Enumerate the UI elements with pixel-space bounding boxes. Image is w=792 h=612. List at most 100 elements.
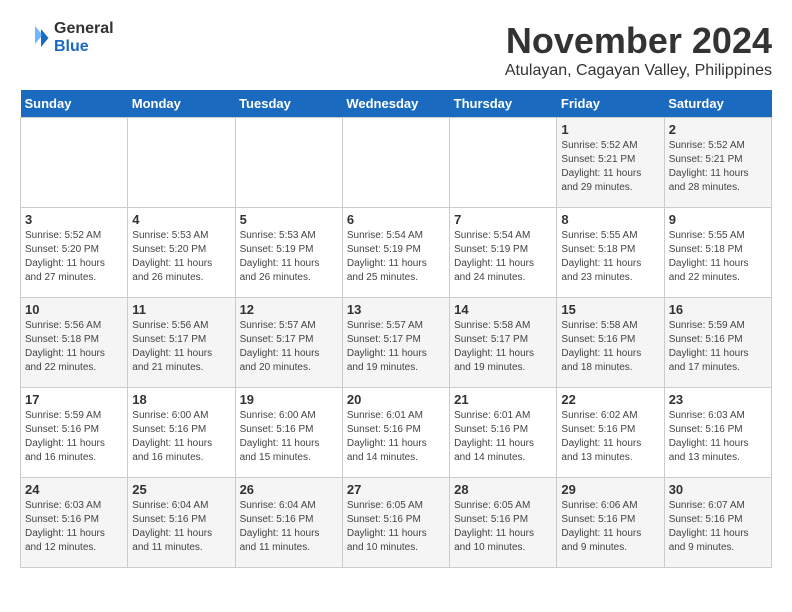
calendar-cell: 12 Sunrise: 5:57 AM Sunset: 5:17 PM Dayli… — [235, 298, 342, 388]
calendar-cell: 7Sunrise: 5:54 AM Sunset: 5:19 PM Daylig… — [450, 208, 557, 298]
header-row: SundayMondayTuesdayWednesdayThursdayFrid… — [21, 90, 772, 118]
day-info: Sunrise: 5:59 AM Sunset: 5:16 PM Dayligh… — [25, 409, 123, 465]
day-info: Sunrise: 6:01 AM Sunset: 5:16 PM Dayligh… — [454, 409, 552, 465]
header-day-wednesday: Wednesday — [342, 90, 449, 118]
day-info: Sunrise: 5:52 AM Sunset: 5:21 PM Dayligh… — [669, 139, 767, 195]
day-info: Sunrise: 5:53 AM Sunset: 5:20 PM Dayligh… — [132, 229, 230, 285]
calendar-header: SundayMondayTuesdayWednesdayThursdayFrid… — [21, 90, 772, 118]
calendar-cell: 17Sunrise: 5:59 AM Sunset: 5:16 PM Dayli… — [21, 388, 128, 478]
day-number: 1 — [561, 122, 659, 137]
day-number: 15 — [561, 302, 659, 317]
calendar-cell: 6 Sunrise: 5:54 AM Sunset: 5:19 PM Daylig… — [342, 208, 449, 298]
calendar-cell — [128, 118, 235, 208]
header-day-friday: Friday — [557, 90, 664, 118]
day-info: Sunrise: 6:00 AM Sunset: 5:16 PM Dayligh… — [240, 409, 338, 465]
day-number: 19 — [240, 392, 338, 407]
day-info: Sunrise: 6:05 AM Sunset: 5:16 PM Dayligh… — [454, 499, 552, 555]
calendar-cell: 1 Sunrise: 5:52 AM Sunset: 5:21 PM Daylig… — [557, 118, 664, 208]
page-header: General Blue November 2024 Atulayan, Cag… — [20, 20, 772, 80]
calendar-cell: 21 Sunrise: 6:01 AM Sunset: 5:16 PM Dayli… — [450, 388, 557, 478]
calendar-cell: 15 Sunrise: 5:58 AM Sunset: 5:16 PM Dayli… — [557, 298, 664, 388]
calendar-week-5: 24 Sunrise: 6:03 AM Sunset: 5:16 PM Dayli… — [21, 478, 772, 568]
day-info: Sunrise: 5:54 AM Sunset: 5:19 PM Dayligh… — [454, 229, 552, 285]
day-number: 18 — [132, 392, 230, 407]
day-info: Sunrise: 5:54 AM Sunset: 5:19 PM Dayligh… — [347, 229, 445, 285]
day-number: 24 — [25, 482, 123, 497]
day-info: Sunrise: 5:56 AM Sunset: 5:18 PM Dayligh… — [25, 319, 123, 375]
calendar-cell — [342, 118, 449, 208]
day-info: Sunrise: 5:56 AM Sunset: 5:17 PM Dayligh… — [132, 319, 230, 375]
day-info: Sunrise: 5:57 AM Sunset: 5:17 PM Dayligh… — [347, 319, 445, 375]
day-number: 22 — [561, 392, 659, 407]
day-number: 16 — [669, 302, 767, 317]
day-number: 23 — [669, 392, 767, 407]
day-number: 11 — [132, 302, 230, 317]
calendar-cell: 10Sunrise: 5:56 AM Sunset: 5:18 PM Dayli… — [21, 298, 128, 388]
day-info: Sunrise: 5:52 AM Sunset: 5:20 PM Dayligh… — [25, 229, 123, 285]
header-day-monday: Monday — [128, 90, 235, 118]
day-number: 3 — [25, 212, 123, 227]
calendar-cell: 22 Sunrise: 6:02 AM Sunset: 5:16 PM Dayli… — [557, 388, 664, 478]
calendar-cell: 27 Sunrise: 6:05 AM Sunset: 5:16 PM Dayli… — [342, 478, 449, 568]
calendar-week-1: 1 Sunrise: 5:52 AM Sunset: 5:21 PM Daylig… — [21, 118, 772, 208]
day-info: Sunrise: 5:55 AM Sunset: 5:18 PM Dayligh… — [669, 229, 767, 285]
day-info: Sunrise: 5:59 AM Sunset: 5:16 PM Dayligh… — [669, 319, 767, 375]
day-number: 21 — [454, 392, 552, 407]
day-number: 12 — [240, 302, 338, 317]
day-number: 8 — [561, 212, 659, 227]
calendar-cell: 14Sunrise: 5:58 AM Sunset: 5:17 PM Dayli… — [450, 298, 557, 388]
calendar-cell: 13 Sunrise: 5:57 AM Sunset: 5:17 PM Dayli… — [342, 298, 449, 388]
day-info: Sunrise: 6:06 AM Sunset: 5:16 PM Dayligh… — [561, 499, 659, 555]
day-info: Sunrise: 5:58 AM Sunset: 5:16 PM Dayligh… — [561, 319, 659, 375]
logo-blue-text: Blue — [54, 38, 114, 56]
calendar-cell: 23 Sunrise: 6:03 AM Sunset: 5:16 PM Dayli… — [664, 388, 771, 478]
title-area: November 2024 Atulayan, Cagayan Valley, … — [505, 20, 772, 80]
calendar-cell: 3 Sunrise: 5:52 AM Sunset: 5:20 PM Daylig… — [21, 208, 128, 298]
day-info: Sunrise: 6:02 AM Sunset: 5:16 PM Dayligh… — [561, 409, 659, 465]
day-number: 9 — [669, 212, 767, 227]
calendar-cell: 19 Sunrise: 6:00 AM Sunset: 5:16 PM Dayli… — [235, 388, 342, 478]
calendar-cell: 24 Sunrise: 6:03 AM Sunset: 5:16 PM Dayli… — [21, 478, 128, 568]
day-info: Sunrise: 6:05 AM Sunset: 5:16 PM Dayligh… — [347, 499, 445, 555]
header-day-thursday: Thursday — [450, 90, 557, 118]
calendar-week-4: 17Sunrise: 5:59 AM Sunset: 5:16 PM Dayli… — [21, 388, 772, 478]
calendar-cell: 9 Sunrise: 5:55 AM Sunset: 5:18 PM Daylig… — [664, 208, 771, 298]
day-info: Sunrise: 5:53 AM Sunset: 5:19 PM Dayligh… — [240, 229, 338, 285]
calendar-cell: 5 Sunrise: 5:53 AM Sunset: 5:19 PM Daylig… — [235, 208, 342, 298]
day-number: 26 — [240, 482, 338, 497]
day-info: Sunrise: 5:55 AM Sunset: 5:18 PM Dayligh… — [561, 229, 659, 285]
logo-text: General Blue — [54, 20, 114, 55]
calendar-cell: 30 Sunrise: 6:07 AM Sunset: 5:16 PM Dayli… — [664, 478, 771, 568]
day-number: 27 — [347, 482, 445, 497]
header-day-sunday: Sunday — [21, 90, 128, 118]
day-info: Sunrise: 6:07 AM Sunset: 5:16 PM Dayligh… — [669, 499, 767, 555]
day-number: 6 — [347, 212, 445, 227]
day-info: Sunrise: 6:01 AM Sunset: 5:16 PM Dayligh… — [347, 409, 445, 465]
logo-general-text: General — [54, 20, 114, 38]
calendar-cell: 2 Sunrise: 5:52 AM Sunset: 5:21 PM Daylig… — [664, 118, 771, 208]
calendar-table: SundayMondayTuesdayWednesdayThursdayFrid… — [20, 90, 772, 568]
calendar-cell: 8 Sunrise: 5:55 AM Sunset: 5:18 PM Daylig… — [557, 208, 664, 298]
day-info: Sunrise: 6:04 AM Sunset: 5:16 PM Dayligh… — [132, 499, 230, 555]
day-number: 30 — [669, 482, 767, 497]
day-number: 28 — [454, 482, 552, 497]
day-info: Sunrise: 6:03 AM Sunset: 5:16 PM Dayligh… — [25, 499, 123, 555]
calendar-cell — [21, 118, 128, 208]
day-info: Sunrise: 6:00 AM Sunset: 5:16 PM Dayligh… — [132, 409, 230, 465]
calendar-cell: 20 Sunrise: 6:01 AM Sunset: 5:16 PM Dayli… — [342, 388, 449, 478]
day-info: Sunrise: 6:03 AM Sunset: 5:16 PM Dayligh… — [669, 409, 767, 465]
calendar-cell: 18 Sunrise: 6:00 AM Sunset: 5:16 PM Dayli… — [128, 388, 235, 478]
calendar-cell — [235, 118, 342, 208]
day-info: Sunrise: 5:52 AM Sunset: 5:21 PM Dayligh… — [561, 139, 659, 195]
day-info: Sunrise: 5:58 AM Sunset: 5:17 PM Dayligh… — [454, 319, 552, 375]
day-number: 20 — [347, 392, 445, 407]
day-info: Sunrise: 5:57 AM Sunset: 5:17 PM Dayligh… — [240, 319, 338, 375]
calendar-cell: 16 Sunrise: 5:59 AM Sunset: 5:16 PM Dayli… — [664, 298, 771, 388]
day-number: 13 — [347, 302, 445, 317]
day-number: 2 — [669, 122, 767, 137]
calendar-cell: 11 Sunrise: 5:56 AM Sunset: 5:17 PM Dayli… — [128, 298, 235, 388]
calendar-cell: 26Sunrise: 6:04 AM Sunset: 5:16 PM Dayli… — [235, 478, 342, 568]
header-day-tuesday: Tuesday — [235, 90, 342, 118]
calendar-body: 1 Sunrise: 5:52 AM Sunset: 5:21 PM Daylig… — [21, 118, 772, 568]
day-number: 5 — [240, 212, 338, 227]
